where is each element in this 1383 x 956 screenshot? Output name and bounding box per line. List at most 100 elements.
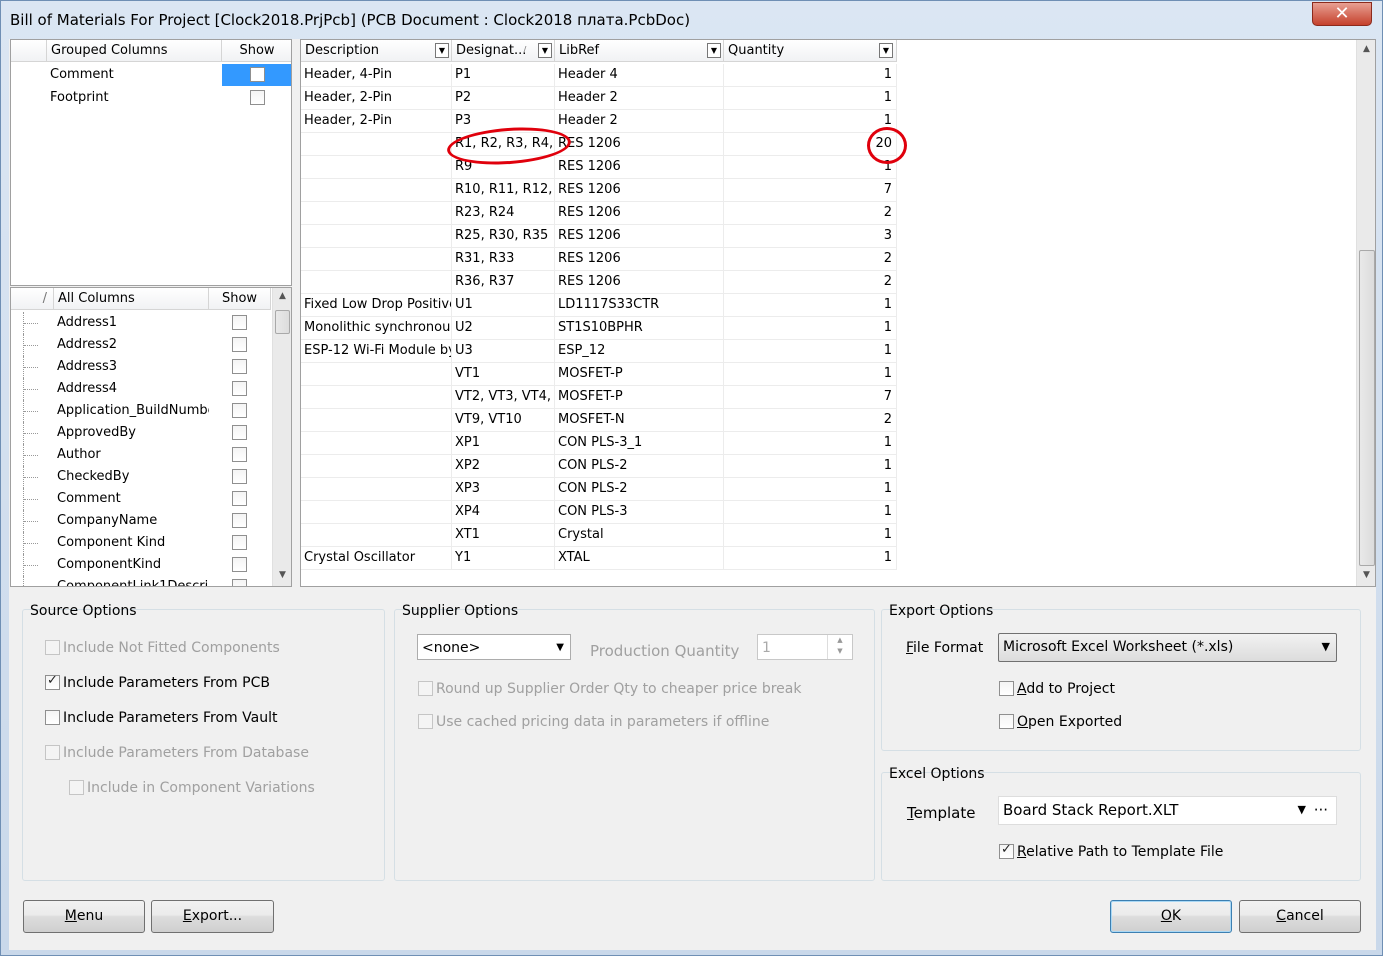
scroll-up-icon[interactable]: ▲ [1357,44,1375,54]
allcols-show-checkbox[interactable] [232,403,247,418]
browse-icon[interactable]: ··· [1314,797,1328,823]
spinner-arrows-icon[interactable]: ▲ ▼ [827,635,852,659]
bom-scroll-thumb[interactable] [1359,250,1375,566]
table-row[interactable]: Header, 2-Pin P2 Header 21 [301,87,897,110]
bom-cell-description: ESP-12 Wi-Fi Module by [301,340,452,363]
allcols-row-name[interactable]: ComponentKind [54,554,209,576]
allcols-scroll-thumb[interactable] [275,310,290,334]
dropdown-arrow-icon[interactable]: ▼ [707,43,721,58]
grouped-show-checkbox[interactable] [250,90,265,105]
round-up-label: Round up Supplier Order Qty to cheaper p… [436,681,802,697]
allcols-show-checkbox[interactable] [232,315,247,330]
allcols-row-name[interactable]: Component Kind [54,532,209,554]
table-row[interactable]: VT2, VT3, VT4, VT5MOSFET-P7 [301,386,897,409]
table-row[interactable]: Header, 2-Pin P3 Header 21 [301,110,897,133]
dropdown-arrow-icon[interactable]: ▼ [435,43,449,58]
add-to-project-label: Add to Project [1017,681,1115,697]
export-button[interactable]: Export... [151,900,274,933]
table-row[interactable]: XP4 CON PLS-3 1 [301,501,897,524]
table-row[interactable]: XP2 CON PLS-2 1 [301,455,897,478]
production-quantity-spinner[interactable]: 1 ▲ ▼ [757,634,853,660]
allcols-header-name[interactable]: All Columns [54,288,209,310]
template-select[interactable]: Board Stack Report.XLT ▼ ··· [998,796,1337,825]
table-row[interactable]: VT1 MOSFET-P 1 [301,363,897,386]
bom-scrollbar[interactable]: ▲ ▼ [1356,40,1375,586]
allcols-show-checkbox[interactable] [232,381,247,396]
scroll-up-icon[interactable]: ▲ [273,291,291,301]
allcols-row-name[interactable]: Address3 [54,356,209,378]
allcols-row-name[interactable]: Address2 [54,334,209,356]
table-row[interactable]: XP1 CON PLS-3_1 1 [301,432,897,455]
allcols-row-name[interactable]: ApprovedBy [54,422,209,444]
table-row[interactable]: Crystal Oscillator Y1 XTAL 1 [301,547,897,570]
include-params-database-checkbox[interactable] [45,745,60,760]
allcols-show-checkbox[interactable] [232,425,247,440]
table-row[interactable]: R9 RES 1206 1 [301,156,897,179]
allcols-row-name[interactable]: Comment [54,488,209,510]
allcols-header-show[interactable]: Show [209,288,271,310]
include-component-variations-checkbox[interactable] [69,780,84,795]
allcols-show-checkbox[interactable] [232,557,247,572]
table-row[interactable]: Header, 4-Pin P1 Header 41 [301,64,897,87]
allcols-row-name[interactable]: CompanyName [54,510,209,532]
table-row[interactable]: XT1 Crystal 1 [301,524,897,547]
table-row[interactable]: Monolithic synchronous U2 ST1S10BPHR 1 [301,317,897,340]
file-format-select[interactable]: Microsoft Excel Worksheet (*.xls) ▼ [998,633,1337,662]
table-row[interactable]: R31, R33 RES 1206 2 [301,248,897,271]
supplier-select[interactable]: <none> ▼ [417,634,571,660]
allcols-row-name[interactable]: CheckedBy [54,466,209,488]
scroll-down-icon[interactable]: ▼ [1357,570,1375,580]
round-up-checkbox[interactable] [418,681,433,696]
include-not-fitted-checkbox[interactable] [45,640,60,655]
allcols-row-name[interactable]: Author [54,444,209,466]
table-row[interactable]: Fixed Low Drop Positive U1 LD1117S33CTR 1 [301,294,897,317]
ok-button[interactable]: OK [1110,900,1232,933]
grouped-row-selection[interactable] [222,64,291,86]
table-row[interactable]: ESP-12 Wi-Fi Module by U3 ESP_12 1 [301,340,897,363]
bom-header-designator[interactable]: Designat... / ▼ [452,40,555,62]
table-row[interactable]: XP3 CON PLS-2 1 [301,478,897,501]
close-icon[interactable]: ✕ [1312,2,1372,26]
bom-header-libref[interactable]: LibRef ▼ [555,40,724,62]
bom-cell-libref: ST1S10BPHR [555,317,724,340]
grouped-header-name[interactable]: Grouped Columns [47,40,222,62]
allcols-row-name[interactable]: ComponentLink1Description [54,576,209,586]
allcols-show-checkbox[interactable] [232,337,247,352]
cancel-button[interactable]: Cancel [1239,900,1361,933]
grouped-row-name[interactable]: Comment [47,64,222,87]
allcols-show-checkbox[interactable] [232,491,247,506]
bom-header-quantity[interactable]: Quantity ▼ [724,40,897,62]
dropdown-arrow-icon[interactable]: ▼ [538,43,552,58]
allcols-scrollbar[interactable]: ▲ ▼ [272,288,291,586]
allcols-show-checkbox[interactable] [232,359,247,374]
bom-cell-libref: ESP_12 [555,340,724,363]
allcols-show-checkbox[interactable] [232,535,247,550]
open-exported-checkbox[interactable] [999,714,1014,729]
allcols-row-name[interactable]: Address1 [54,312,209,334]
table-row[interactable]: R36, R37 RES 1206 2 [301,271,897,294]
menu-button[interactable]: Menu [23,900,145,933]
allcols-show-checkbox[interactable] [232,447,247,462]
table-row[interactable]: R23, R24 RES 1206 2 [301,202,897,225]
include-params-vault-checkbox[interactable] [45,710,60,725]
dropdown-arrow-icon[interactable]: ▼ [879,43,893,58]
cached-pricing-checkbox[interactable] [418,714,433,729]
chevron-down-icon[interactable]: ▼ [1298,797,1306,823]
table-row[interactable]: R25, R30, R35 RES 1206 3 [301,225,897,248]
allcols-show-checkbox[interactable] [232,469,247,484]
allcols-show-checkbox[interactable] [232,579,247,586]
table-row[interactable]: R1, R2, R3, R4, R5RES 120620 [301,133,897,156]
grouped-show-checkbox[interactable] [250,67,265,82]
table-row[interactable]: VT9, VT10 MOSFET-N 2 [301,409,897,432]
grouped-header-show[interactable]: Show [222,40,291,62]
allcols-row-name[interactable]: Application_BuildNumber [54,400,209,422]
allcols-row-name[interactable]: Address4 [54,378,209,400]
scroll-down-icon[interactable]: ▼ [273,570,291,580]
allcols-show-checkbox[interactable] [232,513,247,528]
relative-path-checkbox[interactable] [999,842,1014,859]
add-to-project-checkbox[interactable] [999,681,1014,696]
bom-header-description[interactable]: Description ▼ [301,40,452,62]
include-params-pcb-checkbox[interactable] [45,673,60,690]
table-row[interactable]: R10, R11, R12, R13RES 12067 [301,179,897,202]
grouped-row-name[interactable]: Footprint [47,87,222,110]
